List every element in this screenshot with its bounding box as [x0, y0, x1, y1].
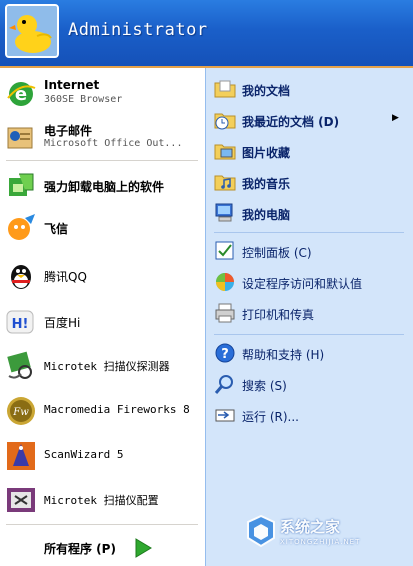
place-my-documents[interactable]: 我的文档	[206, 74, 413, 104]
scanner-detector-icon	[7, 351, 32, 379]
pinned-item-email[interactable]: 电子邮件 Microsoft Office Out...	[0, 116, 205, 158]
outlook-icon	[7, 127, 33, 149]
program-item-scanner-config[interactable]: Microtek 扫描仪配置	[0, 478, 205, 520]
fireworks-icon: Fw	[7, 397, 35, 425]
svg-text:?: ?	[221, 347, 229, 362]
submenu-arrow-icon: ▶	[392, 113, 399, 123]
user-name: Administrator	[68, 20, 208, 40]
right-pane: 我的文档 我最近的文档 (D) ▶ 图片收藏 我的音乐 我的电脑 控制面板 (C…	[205, 68, 413, 566]
place-label: 我的电脑	[242, 208, 291, 222]
place-my-computer[interactable]: 我的电脑	[206, 198, 413, 228]
go-arrow-icon	[135, 538, 152, 558]
place-label: 控制面板 (C)	[242, 246, 312, 260]
place-printers[interactable]: 打印机和传真	[206, 298, 413, 328]
watermark-text: 系统之家	[280, 518, 341, 536]
svg-text:H!: H!	[12, 317, 29, 332]
pinned-title: 电子邮件	[44, 124, 93, 138]
separator	[6, 160, 198, 161]
my-computer-icon	[215, 203, 233, 222]
program-label: 强力卸载电脑上的软件	[44, 180, 165, 194]
program-item-fireworks[interactable]: Fw Macromedia Fireworks 8	[0, 389, 205, 431]
qq-penguin-icon	[11, 265, 31, 289]
place-recent-documents[interactable]: 我最近的文档 (D) ▶	[206, 105, 413, 135]
place-label: 运行 (R)...	[242, 410, 299, 424]
place-my-music[interactable]: 我的音乐	[206, 167, 413, 197]
program-label: Macromedia Fireworks 8	[44, 403, 190, 416]
all-programs-button[interactable]: 所有程序 (P)	[0, 530, 205, 566]
scanwizard-icon	[7, 442, 35, 470]
place-search[interactable]: 搜索 (S)	[206, 369, 413, 399]
place-run[interactable]: 运行 (R)...	[206, 400, 413, 430]
program-label: 腾讯QQ	[44, 270, 87, 284]
folder-music-icon	[214, 175, 236, 191]
printer-icon	[215, 303, 235, 323]
run-icon	[215, 409, 235, 422]
avatar[interactable]	[5, 4, 59, 58]
pinned-subtitle: Microsoft Office Out...	[44, 138, 183, 149]
browser-e-icon: e	[7, 82, 36, 106]
program-item-scanner-detector[interactable]: Microtek 扫描仪探测器	[0, 344, 205, 386]
place-label: 图片收藏	[242, 146, 291, 160]
duck-avatar-icon	[7, 6, 57, 56]
separator	[6, 524, 198, 525]
pinned-subtitle: 360SE Browser	[44, 94, 123, 105]
program-item-qq[interactable]: 腾讯QQ	[0, 254, 205, 296]
help-icon: ?	[215, 343, 235, 363]
uninstaller-icon	[9, 173, 34, 196]
watermark-subtext: XITONGZHIJIA.NET	[280, 538, 361, 546]
place-label: 帮助和支持 (H)	[242, 348, 325, 362]
program-item-uninstaller[interactable]: 强力卸载电脑上的软件	[0, 164, 205, 206]
program-item-fetion[interactable]: 飞信	[0, 206, 205, 248]
search-icon	[214, 375, 233, 394]
place-label: 我最近的文档 (D)	[242, 115, 340, 129]
start-menu-header: Administrator	[0, 0, 413, 68]
place-program-defaults[interactable]: 设定程序访问和默认值	[206, 267, 413, 297]
baidu-hi-icon: H!	[6, 310, 34, 334]
place-label: 搜索 (S)	[242, 379, 287, 393]
separator	[214, 232, 404, 233]
recent-documents-icon	[214, 113, 236, 130]
place-my-pictures[interactable]: 图片收藏	[206, 136, 413, 166]
program-item-baidu-hi[interactable]: H! 百度Hi	[0, 300, 205, 342]
start-menu: Administrator e Internet 360SE Browser 电…	[0, 0, 413, 566]
svg-text:Fw: Fw	[12, 407, 29, 418]
place-help[interactable]: ? 帮助和支持 (H)	[206, 338, 413, 368]
all-programs-label: 所有程序 (P)	[44, 542, 116, 556]
program-label: Microtek 扫描仪配置	[44, 494, 159, 507]
place-label: 打印机和传真	[242, 308, 315, 322]
place-label: 设定程序访问和默认值	[242, 277, 363, 291]
program-label: Microtek 扫描仪探测器	[44, 360, 170, 373]
program-label: 飞信	[44, 222, 69, 236]
fetion-icon	[8, 214, 35, 240]
folder-pictures-icon	[214, 144, 236, 160]
place-label: 我的音乐	[242, 177, 291, 191]
scanner-config-icon	[7, 488, 35, 512]
place-label: 我的文档	[242, 84, 291, 98]
program-item-scanwizard[interactable]: ScanWizard 5	[0, 434, 205, 476]
left-pane: e Internet 360SE Browser 电子邮件 Microsoft …	[0, 68, 205, 566]
control-panel-icon	[215, 241, 234, 260]
pinned-title: Internet	[44, 78, 100, 92]
watermark: 系统之家 XITONGZHIJIA.NET	[240, 508, 410, 564]
program-defaults-icon	[216, 273, 234, 291]
watermark-logo-icon	[247, 514, 275, 548]
folder-documents-icon	[214, 80, 236, 98]
program-label: ScanWizard 5	[44, 448, 124, 461]
place-control-panel[interactable]: 控制面板 (C)	[206, 236, 413, 266]
pinned-item-internet[interactable]: e Internet 360SE Browser	[0, 72, 205, 114]
separator	[214, 334, 404, 335]
program-label: 百度Hi	[44, 316, 81, 330]
